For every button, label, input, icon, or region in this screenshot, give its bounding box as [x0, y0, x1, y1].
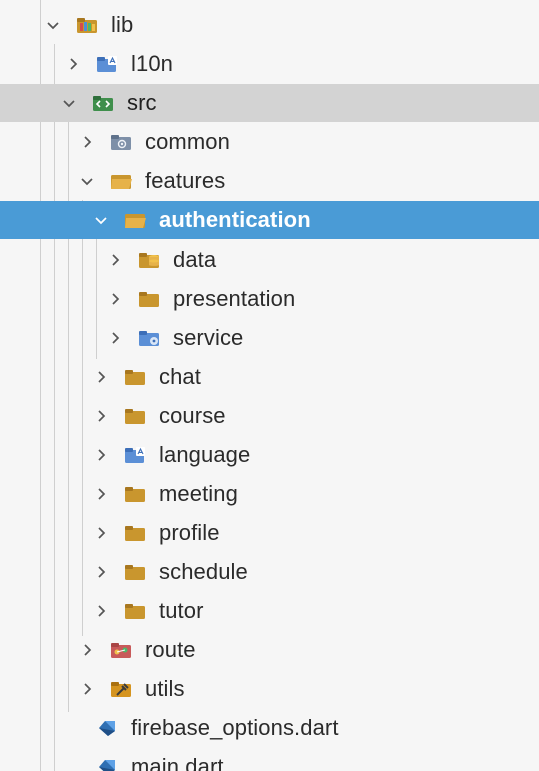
folder-route-icon [110, 640, 134, 660]
folder-icon [124, 484, 148, 504]
tree-item-label: schedule [159, 559, 248, 584]
tree-item-label: presentation [173, 286, 296, 311]
chevron-right-icon[interactable] [106, 290, 124, 308]
folder-common-icon [110, 132, 134, 152]
tree-item-authentication[interactable]: authentication [0, 201, 539, 239]
chevron-right-icon[interactable] [78, 680, 96, 698]
file-explorer-tree: lib l10n src common features authenticat… [0, 0, 539, 771]
folder-lib-icon [76, 15, 100, 35]
tree-item-label: firebase_options.dart [131, 715, 339, 740]
chevron-right-icon[interactable] [106, 251, 124, 269]
chevron-right-icon[interactable] [78, 133, 96, 151]
folder-open-icon [110, 171, 134, 191]
tree-item-features[interactable]: features [0, 162, 539, 200]
tree-item-label: utils [145, 676, 185, 701]
folder-service-icon [138, 328, 162, 348]
tree-item-label: route [145, 637, 196, 662]
tree-item-chat[interactable]: chat [0, 358, 539, 396]
folder-icon [124, 523, 148, 543]
chevron-right-icon[interactable] [106, 329, 124, 347]
tree-item-label: main.dart [131, 754, 224, 771]
folder-icon [124, 601, 148, 621]
tree-item-label: service [173, 325, 244, 350]
chevron-right-icon[interactable] [92, 407, 110, 425]
tree-item-label: language [159, 442, 251, 467]
chevron-down-icon[interactable] [92, 211, 110, 229]
tree-item-label: meeting [159, 481, 238, 506]
dart-file-icon [94, 754, 120, 771]
tree-item-src[interactable]: src [0, 84, 539, 122]
tree-item-firebase-options[interactable]: firebase_options.dart [0, 709, 539, 747]
tree-item-service[interactable]: service [0, 319, 539, 357]
folder-localization-icon [124, 445, 148, 465]
folder-icon [124, 406, 148, 426]
folder-icon [124, 367, 148, 387]
chevron-right-icon[interactable] [92, 446, 110, 464]
tree-item-common[interactable]: common [0, 123, 539, 161]
tree-item-schedule[interactable]: schedule [0, 553, 539, 591]
tree-item-presentation[interactable]: presentation [0, 280, 539, 318]
tree-item-label: data [173, 247, 217, 272]
tree-item-label: features [145, 168, 226, 193]
tree-item-tutor[interactable]: tutor [0, 592, 539, 630]
folder-localization-icon [96, 54, 120, 74]
tree-item-route[interactable]: route [0, 631, 539, 669]
chevron-right-icon[interactable] [92, 524, 110, 542]
folder-utils-icon [110, 679, 134, 699]
chevron-down-icon[interactable] [78, 172, 96, 190]
tree-item-course[interactable]: course [0, 397, 539, 435]
tree-item-label: common [145, 129, 230, 154]
tree-item-profile[interactable]: profile [0, 514, 539, 552]
chevron-right-icon[interactable] [78, 641, 96, 659]
chevron-right-icon[interactable] [92, 602, 110, 620]
dart-file-icon [94, 715, 120, 741]
chevron-down-icon[interactable] [44, 16, 62, 34]
tree-item-language[interactable]: language [0, 436, 539, 474]
tree-item-label: tutor [159, 598, 204, 623]
tree-item-label: src [127, 90, 157, 115]
tree-item-data[interactable]: data [0, 241, 539, 279]
folder-icon [124, 562, 148, 582]
chevron-down-icon[interactable] [60, 94, 78, 112]
tree-item-label: l10n [131, 51, 173, 76]
chevron-right-icon[interactable] [64, 55, 82, 73]
tree-item-label: profile [159, 520, 220, 545]
folder-open-icon [124, 210, 148, 230]
chevron-right-icon[interactable] [92, 368, 110, 386]
chevron-right-icon[interactable] [92, 485, 110, 503]
folder-icon [138, 289, 162, 309]
tree-item-utils[interactable]: utils [0, 670, 539, 708]
tree-item-label: course [159, 403, 226, 428]
chevron-right-icon[interactable] [92, 563, 110, 581]
tree-item-label: authentication [159, 207, 311, 232]
tree-item-lib[interactable]: lib [0, 6, 539, 44]
folder-data-icon [138, 250, 162, 270]
tree-item-l10n[interactable]: l10n [0, 45, 539, 83]
tree-item-meeting[interactable]: meeting [0, 475, 539, 513]
folder-src-icon [92, 93, 116, 113]
tree-item-label: lib [111, 12, 134, 37]
tree-item-main-dart[interactable]: main.dart [0, 748, 539, 771]
tree-item-label: chat [159, 364, 201, 389]
